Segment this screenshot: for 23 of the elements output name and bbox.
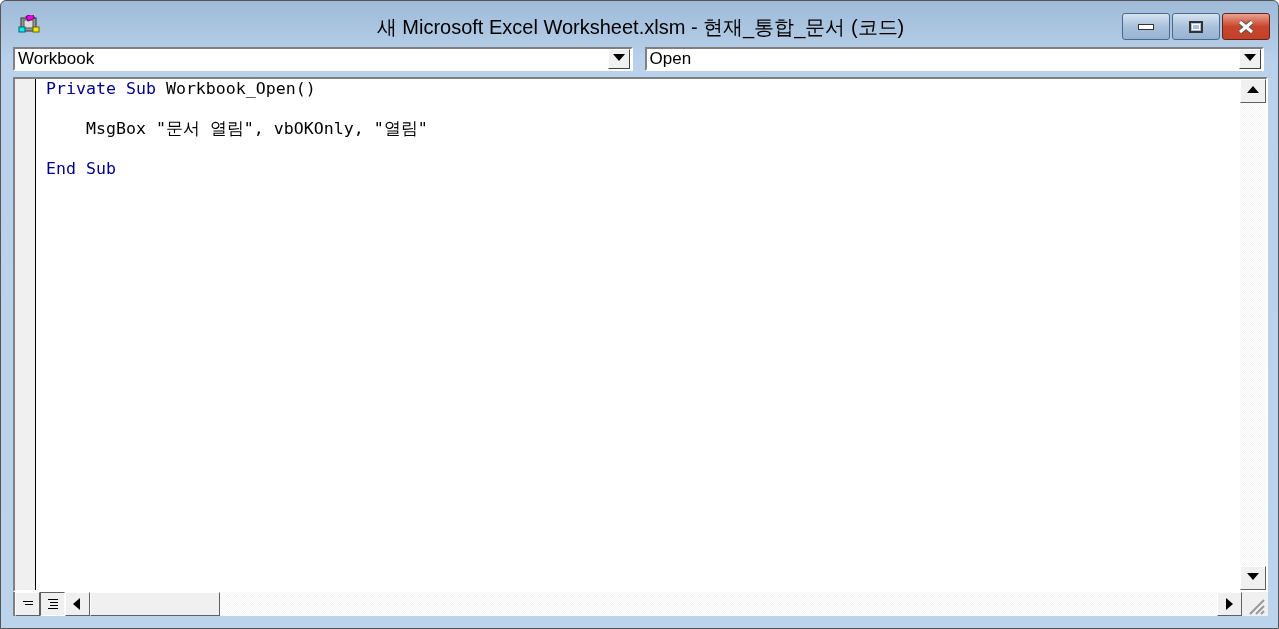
- scroll-right-button[interactable]: [1217, 592, 1242, 616]
- minimize-button[interactable]: [1122, 13, 1170, 40]
- vertical-scrollbar[interactable]: [1240, 79, 1266, 590]
- dropdown-button[interactable]: [1239, 49, 1261, 69]
- close-button[interactable]: [1222, 13, 1270, 40]
- app-icon[interactable]: [18, 15, 40, 35]
- full-module-view-button[interactable]: [40, 592, 65, 616]
- procedure-view-button[interactable]: [15, 592, 40, 616]
- close-icon: [1237, 19, 1255, 34]
- object-dropdown[interactable]: Workbook: [13, 47, 633, 71]
- minimize-icon: [1138, 23, 1154, 30]
- scroll-down-button[interactable]: [1240, 566, 1266, 590]
- maximize-button[interactable]: [1172, 13, 1220, 40]
- procedure-dropdown[interactable]: Open: [644, 47, 1264, 71]
- dropdown-button[interactable]: [607, 49, 630, 69]
- scroll-left-button[interactable]: [65, 592, 90, 616]
- scrollbar-thumb[interactable]: [90, 592, 220, 616]
- maximize-icon: [1189, 20, 1203, 33]
- window-title: 새 Microsoft Excel Worksheet.xlsm - 현재_통합_문서 (코드): [376, 16, 905, 38]
- procedure-view-icon: [21, 600, 34, 608]
- scroll-up-button[interactable]: [1240, 79, 1266, 103]
- margin-indicator-bar[interactable]: [15, 79, 36, 590]
- full-module-view-icon: [46, 598, 59, 610]
